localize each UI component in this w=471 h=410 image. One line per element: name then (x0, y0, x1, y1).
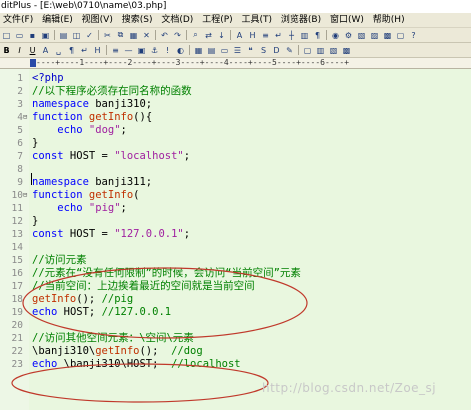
word-wrap-icon[interactable]: ↵ (273, 30, 284, 41)
goto-icon[interactable]: ↓ (216, 30, 227, 41)
directory-icon[interactable]: ▢ (395, 30, 406, 41)
menu-edit[interactable]: 编辑(E) (39, 13, 76, 27)
table-icon[interactable]: ▦ (193, 45, 204, 56)
menu-document[interactable]: 文档(D) (158, 13, 196, 27)
horizontal-rule-icon[interactable]: — (123, 45, 134, 56)
font-icon[interactable]: A (234, 30, 245, 41)
menu-project[interactable]: 工程(P) (199, 13, 235, 27)
grid-icon[interactable]: ▩ (341, 45, 352, 56)
toolbar-separator (298, 45, 299, 55)
ruler-scale: ----+----1----+----2----+----3----+----4… (36, 58, 350, 67)
ruler: ----+----1----+----2----+----3----+----4… (0, 58, 471, 69)
hex-view-icon[interactable]: H (247, 30, 258, 41)
annotation-ellipse-other-space (11, 363, 269, 403)
redo-icon[interactable]: ↷ (172, 30, 183, 41)
layout-icon[interactable]: ▥ (315, 45, 326, 56)
toolbar-separator (98, 30, 99, 40)
menu-view[interactable]: 视图(V) (79, 13, 116, 27)
quote-icon[interactable]: ❝ (245, 45, 256, 56)
heading-icon[interactable]: H (92, 45, 103, 56)
frame-icon[interactable]: ▧ (328, 45, 339, 56)
span-icon[interactable]: S (258, 45, 269, 56)
list-icon[interactable]: ☰ (232, 45, 243, 56)
spell-check-icon[interactable]: ✓ (84, 30, 95, 41)
print-icon[interactable]: ▤ (58, 30, 69, 41)
ruler-icon[interactable]: ┼ (286, 30, 297, 41)
browser-preview-icon[interactable]: ◉ (330, 30, 341, 41)
window-tile-icon[interactable]: ▧ (356, 30, 367, 41)
comment-icon[interactable]: ! (162, 45, 173, 56)
toolbar-separator (326, 30, 327, 40)
print-preview-icon[interactable]: ◫ (71, 30, 82, 41)
window-titlebar: ditPlus - [E:\web\0710\name\03.php] (0, 0, 471, 13)
italic-icon[interactable]: I (14, 45, 25, 56)
watermark: http://blog.csdn.net/Zoe_sj (262, 381, 437, 395)
fullscreen-icon[interactable]: ▢ (302, 45, 313, 56)
window-title: ditPlus - [E:\web\0710\name\03.php] (1, 1, 167, 11)
save-all-icon[interactable]: ▣ (40, 30, 51, 41)
font-color-icon[interactable]: A (40, 45, 51, 56)
toolbar-separator (186, 30, 187, 40)
menu-tools[interactable]: 工具(T) (239, 13, 276, 27)
break-icon[interactable]: ↵ (79, 45, 90, 56)
undo-icon[interactable]: ↶ (159, 30, 170, 41)
paste-icon[interactable]: ▦ (128, 30, 139, 41)
delete-icon[interactable]: ✕ (141, 30, 152, 41)
menu-window[interactable]: 窗口(W) (327, 13, 367, 27)
toolbar-separator (230, 30, 231, 40)
annotation-ellipse-current-space (22, 267, 308, 339)
toolbar-separator (155, 30, 156, 40)
menu-search[interactable]: 搜索(S) (119, 13, 156, 27)
style-icon[interactable]: ✎ (284, 45, 295, 56)
user-tool-icon[interactable]: ⚙ (343, 30, 354, 41)
find-icon[interactable]: ⌕ (190, 30, 201, 41)
toolbar-separator (189, 45, 190, 55)
image-icon[interactable]: ▣ (136, 45, 147, 56)
save-icon[interactable]: ▪ (27, 30, 38, 41)
menu-help[interactable]: 帮助(H) (370, 13, 408, 27)
underline-icon[interactable]: U (27, 45, 38, 56)
form-icon[interactable]: ▤ (206, 45, 217, 56)
column-select-icon[interactable]: ▥ (299, 30, 310, 41)
color-picker-icon[interactable]: ◐ (175, 45, 186, 56)
line-numbers-icon[interactable]: ≡ (260, 30, 271, 41)
cut-icon[interactable]: ✂ (102, 30, 113, 41)
annotation-overlay (11, 267, 308, 403)
paragraph-icon[interactable]: ¶ (66, 45, 77, 56)
window-cascade-icon[interactable]: ▨ (369, 30, 380, 41)
div-icon[interactable]: D (271, 45, 282, 56)
copy-icon[interactable]: ⧉ (115, 30, 126, 41)
menu-browser[interactable]: 浏览器(B) (278, 13, 324, 27)
nbsp-icon[interactable]: ␣ (53, 45, 64, 56)
menu-file[interactable]: 文件(F) (0, 13, 36, 27)
align-center-icon[interactable]: ≡ (110, 45, 121, 56)
new-file-icon[interactable]: □ (1, 30, 12, 41)
menu-bar: 文件(F) 编辑(E) 视图(V) 搜索(S) 文档(D) 工程(P) 工具(T… (0, 13, 471, 28)
open-folder-icon[interactable]: ▭ (14, 30, 25, 41)
html-toolbar: B I U A ␣ ¶ ↵ H ≡ — ▣ ⚓ ! ◐ ▦ ▤ ▭ ☰ ❝ S … (0, 43, 471, 58)
whitespace-icon[interactable]: ¶ (312, 30, 323, 41)
code-editor[interactable]: 1 <?php 2//以下程序必须存在同名称的函数 3 namespace banji3… (0, 69, 471, 410)
help-icon[interactable]: ? (408, 30, 419, 41)
bold-icon[interactable]: B (1, 45, 12, 56)
replace-icon[interactable]: ⇄ (203, 30, 214, 41)
link-icon[interactable]: ⚓ (149, 45, 160, 56)
cliptext-icon[interactable]: ▩ (382, 30, 393, 41)
toolbar-separator (106, 45, 107, 55)
main-toolbar: □ ▭ ▪ ▣ ▤ ◫ ✓ ✂ ⧉ ▦ ✕ ↶ ↷ ⌕ ⇄ ↓ A H ≡ ↵ … (0, 28, 471, 43)
toolbar-separator (54, 30, 55, 40)
input-field-icon[interactable]: ▭ (219, 45, 230, 56)
